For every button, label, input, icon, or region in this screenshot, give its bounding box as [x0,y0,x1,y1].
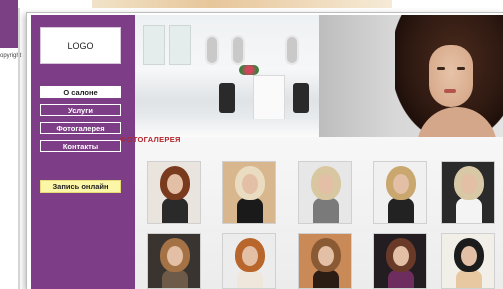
model-face [429,45,473,107]
salon-mirror [285,35,299,65]
gallery-photo[interactable] [222,233,276,289]
nav-item-gallery[interactable]: Фотогалерея [40,122,121,134]
photo-figure-body [237,198,263,223]
gallery-photo[interactable] [373,233,427,289]
gallery-photo[interactable] [298,161,352,224]
model-eye [457,67,465,70]
gallery-photo[interactable] [441,161,495,224]
photo-figure-face [461,246,477,266]
photo-figure-body [388,198,414,223]
salon-window [169,25,191,65]
background-frame-edge [18,8,20,289]
salon-mirror [205,35,219,65]
model-eye [437,67,445,70]
gallery-photo[interactable] [373,161,427,224]
model-portrait-image [319,15,503,137]
salon-chair [293,83,309,113]
salon-chair [219,83,235,113]
photo-figure-body [388,270,414,288]
gallery-photo[interactable] [298,233,352,289]
background-sidebar [0,0,18,48]
nav-item-contacts[interactable]: Контакты [40,140,121,152]
nav-item-services[interactable]: Услуги [40,104,121,116]
photo-figure-face [167,174,183,194]
gallery-photo[interactable] [147,161,201,224]
gallery-title: ФОТОГАЛЕРЕЯ [120,135,181,144]
photo-figure-body [237,270,263,288]
hero-banner [135,15,503,137]
main-nav: О салоне Услуги Фотогалерея Контакты [40,86,121,158]
photo-figure-body [456,270,482,288]
photo-figure-body [456,198,482,223]
photo-figure-body [162,270,188,288]
logo[interactable]: LOGO [40,27,121,64]
gallery-photo[interactable] [222,161,276,224]
salon-interior-image [135,15,319,137]
photo-figure-body [313,198,339,223]
photo-figure-face [167,246,183,266]
sidebar: LOGO О салоне Услуги Фотогалерея Контакт… [31,15,135,289]
photo-figure-face [393,174,409,194]
online-booking-button[interactable]: Запись онлайн [40,180,121,193]
background-hero-strip [92,0,392,8]
salon-flowers [239,65,259,75]
nav-item-about[interactable]: О салоне [40,86,121,98]
photo-figure-face [242,246,258,266]
model-lips [444,89,456,93]
photo-figure-face [461,174,477,194]
salon-window [143,25,165,65]
photo-figure-body [313,270,339,288]
photo-figure-face [318,174,334,194]
photo-figure-face [393,246,409,266]
gallery-photo[interactable] [147,233,201,289]
photo-figure-body [162,198,188,223]
gallery-photo[interactable] [441,233,495,289]
salon-mirror [231,35,245,65]
photo-figure-face [242,174,258,194]
photo-figure-face [318,246,334,266]
